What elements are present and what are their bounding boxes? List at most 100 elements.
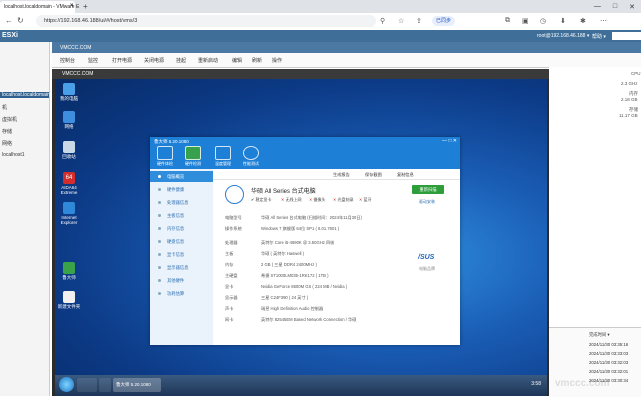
table-row: 2024/11/30 03:32:03 — [589, 360, 629, 365]
desktop-icon[interactable]: 网络 — [55, 111, 83, 129]
nav-item[interactable]: localhost1 — [2, 152, 25, 158]
rescan-button[interactable]: 重新扫描 — [412, 185, 444, 194]
nav-item[interactable]: 机 — [2, 104, 7, 111]
browser-tab[interactable]: localhost.localdomain - VMware E × — [0, 1, 79, 13]
dialog-window-controls[interactable]: — □ ✕ — [442, 138, 457, 144]
sidebar-item[interactable]: 功耗估算 — [150, 288, 213, 299]
nav-item[interactable]: 存储 — [2, 128, 12, 135]
memory-value: 2.18 GB — [621, 97, 638, 102]
vm-name: VMCCC.COM — [60, 45, 92, 51]
vm-header: VMCCC.COM — [52, 42, 641, 53]
desktop-icon[interactable]: 鲁大师 — [55, 262, 83, 280]
sidebar-item[interactable]: 处理器信息 — [150, 197, 213, 208]
vm-toolbar: 控制台 监控 打开电源 关闭电源 挂起 重新启动 编辑 刷新 操作 — [52, 53, 641, 68]
check-item: ✕ 蓝牙 — [359, 197, 372, 202]
computer-icon — [63, 83, 75, 95]
check-item: ✕ 摄像头 — [309, 197, 326, 202]
driver-install-link[interactable]: 驱动安装 — [419, 199, 435, 205]
watermark: vmccc.com — [555, 378, 610, 389]
sidebar-item[interactable]: 显卡信息 — [150, 249, 213, 260]
actions-button[interactable]: 操作 — [272, 57, 282, 64]
desktop-icon[interactable]: 回收站 — [55, 141, 83, 159]
computer-name: 华硕 All Series 台式电脑 — [251, 189, 316, 195]
tab-temperature[interactable]: 温度管理 — [212, 146, 234, 167]
sidebar-item[interactable]: 内存信息 — [150, 223, 213, 234]
dialog-title: 鲁大师 5.20.1080 — [154, 139, 189, 144]
share-icon[interactable]: ⇪ — [416, 17, 422, 25]
power-on-button[interactable]: 打开电源 — [112, 57, 132, 64]
storage-value: 11.17 GB — [619, 113, 638, 118]
esxi-header: ESXi root@192.168.46.188 ▾ 帮助 ▾ — [0, 30, 641, 42]
nav-item[interactable]: 网络 — [2, 140, 12, 147]
cpu-label: CPU — [631, 71, 641, 76]
guest-taskbar: 鲁大师 5.20.1080 3:58 — [55, 375, 547, 396]
check-item: ✔ 稳定显卡 — [251, 197, 272, 202]
clock: 3:58 — [531, 381, 541, 387]
suspend-button[interactable]: 挂起 — [176, 57, 186, 64]
tab-title: localhost.localdomain - VMware E — [4, 4, 80, 10]
power-off-button[interactable]: 关闭电源 — [144, 57, 164, 64]
dialog-header: 鲁大师 5.20.1080 — □ ✕ 硬件体检 硬件检测 温度管理 性能测试 — [150, 137, 460, 169]
sidebar-item-overview[interactable]: 电脑概览 — [150, 171, 213, 182]
refresh-button[interactable]: 刷新 — [252, 57, 262, 64]
refresh-icon[interactable]: ↻ — [17, 16, 24, 25]
tab-benchmark[interactable]: 性能测试 — [240, 146, 262, 167]
dialog-content: 生成报告 保存截图 复制信息 华硕 All Series 台式电脑 ✔ 稳定显卡… — [213, 169, 460, 345]
console-button[interactable]: 控制台 — [60, 57, 75, 64]
extension-icon[interactable]: ⧉ — [505, 17, 510, 25]
restart-button[interactable]: 重新启动 — [198, 57, 218, 64]
browser-tab-bar: localhost.localdomain - VMware E × + — □… — [0, 0, 641, 13]
address-bar[interactable]: https://192.168.46.188/ui/#/host/vms/3 — [36, 15, 376, 27]
folder-icon — [63, 291, 75, 303]
puzzle-icon[interactable]: ✱ — [580, 17, 586, 25]
desktop-icon[interactable]: 新建文件夹 — [55, 291, 83, 309]
taskbar-active-app[interactable]: 鲁大师 5.20.1080 — [113, 378, 161, 392]
tab-hardware-detect[interactable]: 硬件检测 — [182, 146, 204, 167]
nav-item[interactable]: 虚拟机 — [2, 116, 17, 123]
location-icon[interactable]: ⚲ — [380, 17, 385, 25]
brand-label: 电脑品牌 — [419, 266, 435, 271]
copy-info-button[interactable]: 复制信息 — [397, 172, 414, 178]
sidebar-item[interactable]: 主板信息 — [150, 210, 213, 221]
monitor-button[interactable]: 监控 — [88, 57, 98, 64]
nav-host[interactable]: localhost.localdomain — [0, 92, 50, 98]
collections-icon[interactable]: ▣ — [522, 17, 529, 25]
back-icon[interactable]: ← — [5, 16, 13, 25]
help-menu[interactable]: 帮助 ▾ — [592, 33, 606, 40]
settings-icon[interactable]: ⋯ — [600, 17, 607, 25]
search-input[interactable] — [612, 32, 641, 40]
desktop-icon[interactable]: 我的电脑 — [55, 83, 83, 101]
sidebar-item[interactable]: 其他硬件 — [150, 275, 213, 286]
esxi-logo: ESXi — [2, 32, 18, 39]
table-header[interactable]: 完成时间 ▾ — [589, 332, 610, 338]
generate-report-button[interactable]: 生成报告 — [333, 172, 350, 178]
user-menu[interactable]: root@192.168.46.188 ▾ — [537, 33, 589, 39]
new-tab-button[interactable]: + — [83, 2, 88, 11]
chip-icon — [185, 146, 201, 160]
resource-panel: CPU 2.3 GHz 内存 2.18 GB 存储 11.17 GB — [549, 67, 641, 327]
history-icon[interactable]: ◷ — [540, 17, 546, 25]
start-button[interactable] — [59, 377, 74, 392]
minimize-icon[interactable]: — — [594, 3, 601, 10]
taskbar-explorer-icon[interactable] — [99, 378, 111, 392]
computer-icon — [225, 185, 244, 204]
desktop-icon[interactable]: 64 AIDA64 Extreme — [55, 172, 83, 195]
check-item: ✕ 无线上网 — [281, 197, 302, 202]
sidebar-item[interactable]: 硬盘信息 — [150, 236, 213, 247]
brand-logo: /SUS — [418, 254, 435, 261]
profile-button[interactable]: 已同步 — [432, 16, 456, 26]
maximize-icon[interactable]: □ — [613, 3, 617, 10]
star-icon[interactable]: ☆ — [398, 17, 404, 25]
tab-hardware-check[interactable]: 硬件体检 — [154, 146, 176, 167]
sidebar-item[interactable]: 硬件健康 — [150, 184, 213, 195]
desktop-icon[interactable]: Internet Explorer — [55, 202, 83, 225]
sidebar-item[interactable]: 显示器信息 — [150, 262, 213, 273]
table-row: 2024/11/30 03:33:03 — [589, 351, 629, 356]
downloads-icon[interactable]: ⬇ — [560, 17, 566, 25]
close-tab-icon[interactable]: × — [70, 3, 74, 9]
save-screenshot-button[interactable]: 保存截图 — [365, 172, 382, 178]
taskbar-ie-icon[interactable] — [77, 378, 97, 392]
edit-button[interactable]: 编辑 — [232, 57, 242, 64]
console-title: VMCCC.COM — [62, 71, 94, 77]
close-window-icon[interactable]: ✕ — [629, 3, 635, 11]
